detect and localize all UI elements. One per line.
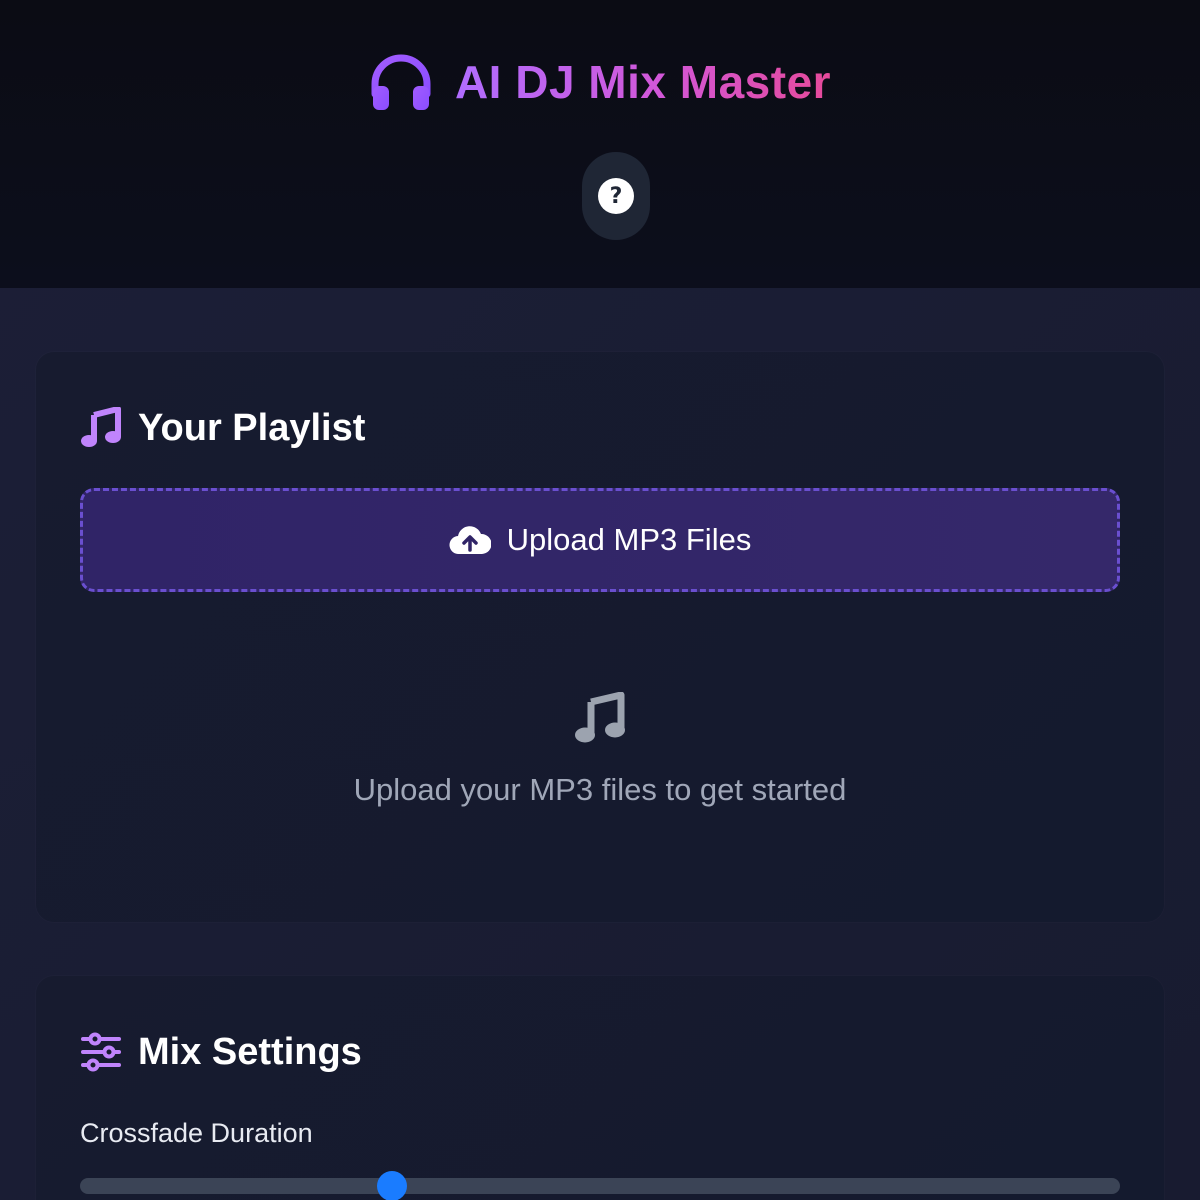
- help-button[interactable]: ?: [582, 152, 650, 240]
- playlist-empty-state: Upload your MP3 files to get started: [36, 692, 1164, 810]
- mix-settings-panel: Mix Settings Crossfade Duration: [36, 976, 1164, 1200]
- app-header: AI DJ Mix Master ?: [0, 0, 1200, 288]
- playlist-heading: Your Playlist: [80, 402, 365, 454]
- mix-settings-heading: Mix Settings: [80, 1026, 362, 1078]
- playlist-panel: Your Playlist Upload MP3 Files Upload yo…: [36, 352, 1164, 922]
- headphones-icon: [371, 54, 431, 110]
- question-circle-icon: ?: [598, 178, 634, 214]
- slider-thumb[interactable]: [377, 1171, 407, 1200]
- app-title: AI DJ Mix Master: [455, 52, 831, 112]
- cloud-upload-icon: [449, 526, 491, 555]
- upload-button-label: Upload MP3 Files: [506, 522, 752, 557]
- music-note-icon: [575, 692, 625, 743]
- sliders-icon: [81, 1032, 121, 1072]
- empty-state-message: Upload your MP3 files to get started: [353, 772, 847, 807]
- app-root: AI DJ Mix Master ? Your Playlist Upload …: [0, 0, 1200, 1200]
- upload-mp3-button[interactable]: Upload MP3 Files: [80, 488, 1120, 592]
- music-note-icon: [81, 407, 121, 447]
- playlist-title: Your Playlist: [138, 407, 366, 449]
- mix-settings-title: Mix Settings: [138, 1031, 362, 1073]
- brand: AI DJ Mix Master: [0, 52, 1200, 112]
- crossfade-duration-label: Crossfade Duration: [80, 1118, 313, 1148]
- crossfade-duration-slider[interactable]: [80, 1171, 1120, 1200]
